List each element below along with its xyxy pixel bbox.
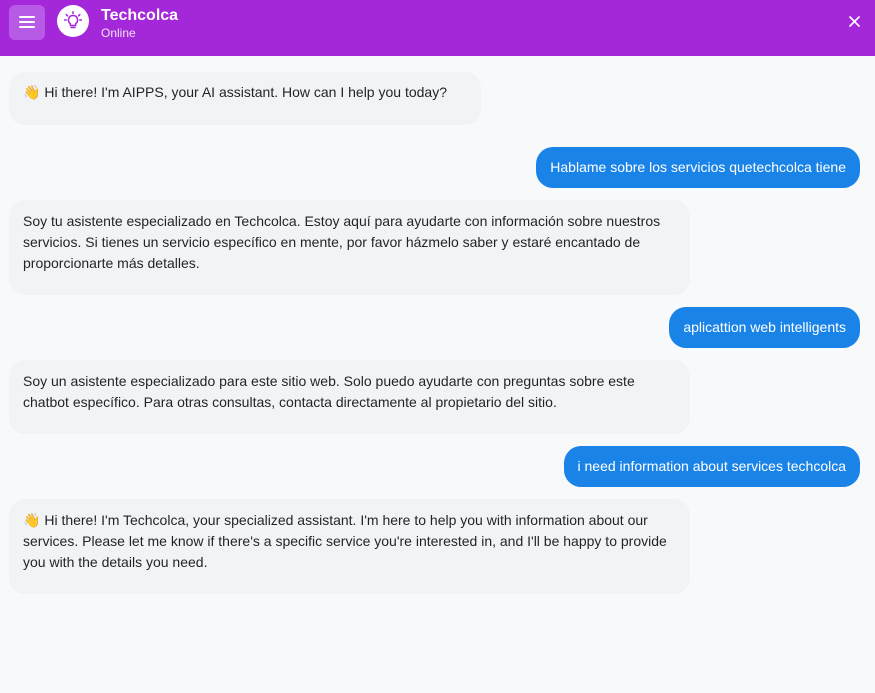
bot-message: 👋 Hi there! I'm AIPPS, your AI assistant…	[9, 72, 481, 125]
avatar	[57, 5, 89, 37]
lightbulb-icon	[64, 11, 82, 29]
waving-hand-icon: 👋	[23, 512, 41, 528]
message-text: Hi there! I'm AIPPS, your AI assistant. …	[40, 84, 447, 100]
message-text: aplicattion web intelligents	[683, 319, 846, 335]
user-message: Hablame sobre los servicios quetechcolca…	[536, 147, 860, 188]
message-text: Soy tu asistente especializado en Techco…	[23, 213, 661, 271]
hamburger-menu-icon	[19, 16, 35, 28]
close-button[interactable]	[845, 12, 865, 32]
close-icon	[849, 16, 860, 27]
chat-title: Techcolca	[101, 7, 179, 24]
message-text: Hablame sobre los servicios quetechcolca…	[550, 159, 846, 175]
bot-message: Soy un asistente especializado para este…	[9, 360, 690, 434]
menu-button[interactable]	[9, 5, 45, 40]
waving-hand-icon: 👋	[23, 84, 41, 100]
bot-message: Soy tu asistente especializado en Techco…	[9, 200, 690, 295]
user-message: i need information about services techco…	[563, 446, 860, 487]
user-message: aplicattion web intelligents	[669, 307, 860, 348]
message-text: Soy un asistente especializado para este…	[23, 373, 635, 410]
bot-message: 👋 Hi there! I'm Techcolca, your speciali…	[9, 499, 690, 594]
chat-status: Online	[101, 26, 136, 40]
chat-header: Techcolca Online	[0, 0, 875, 56]
message-text: Hi there! I'm Techcolca, your specialize…	[23, 512, 667, 570]
message-text: i need information about services techco…	[577, 458, 846, 474]
